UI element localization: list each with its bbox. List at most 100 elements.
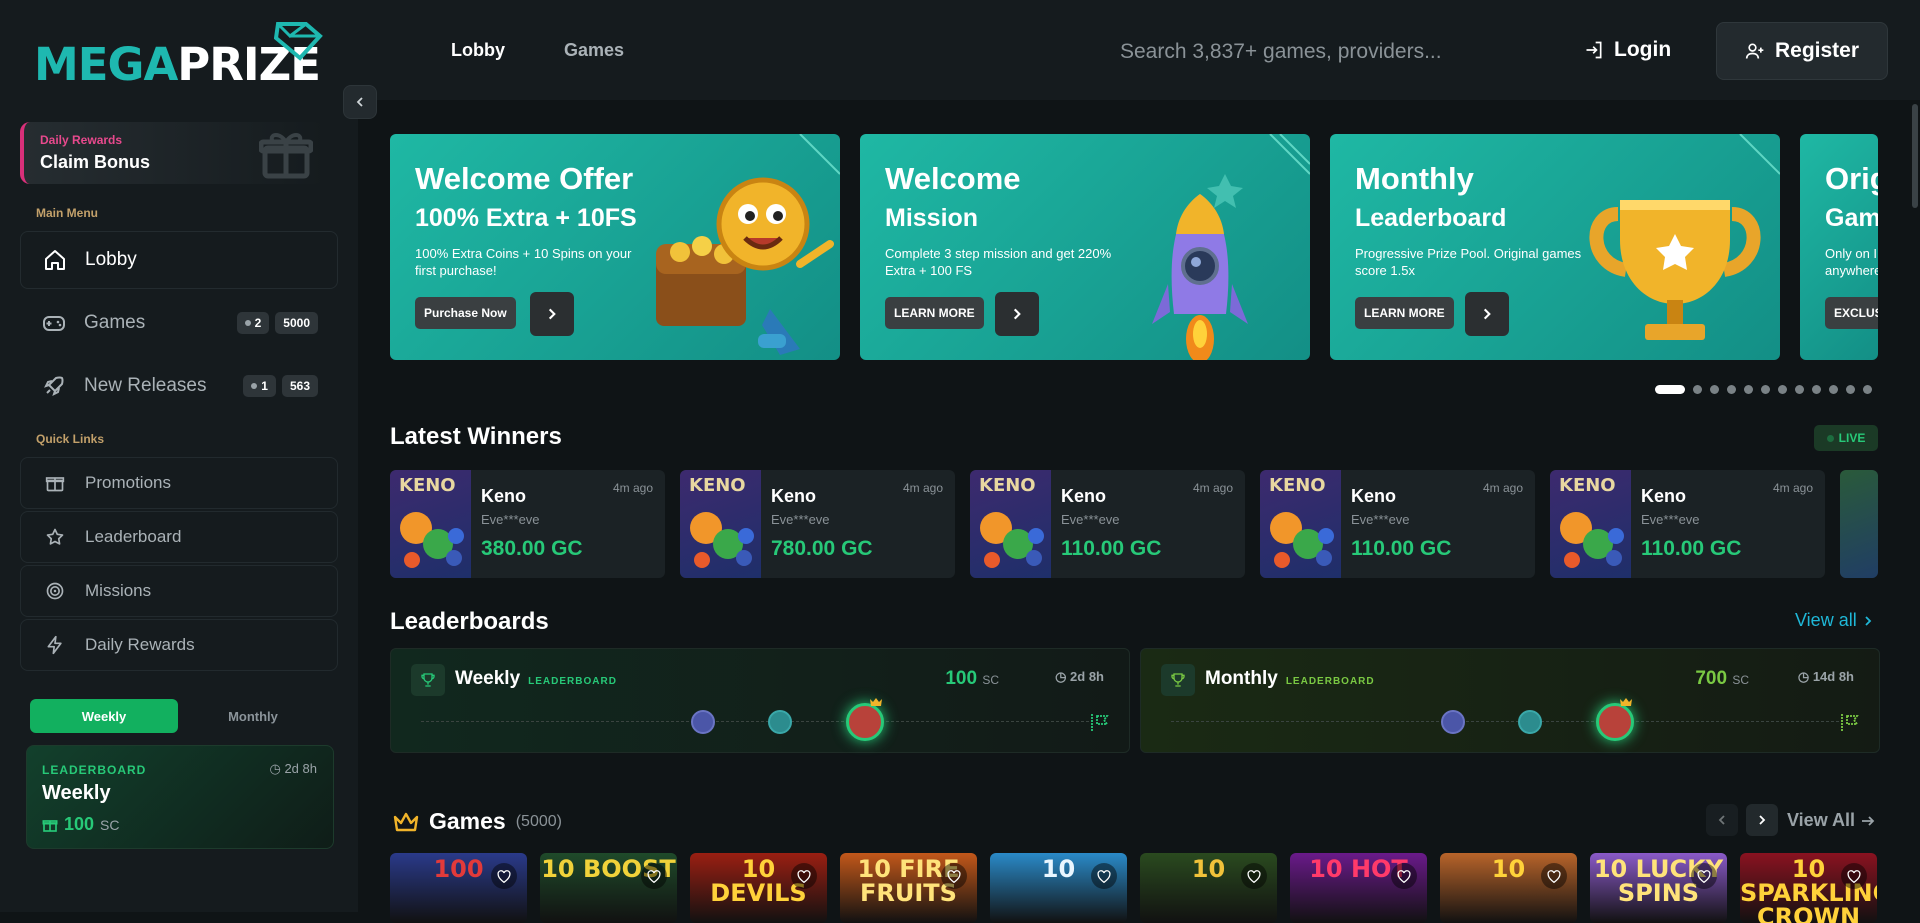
winner-card-partial[interactable] [1840, 470, 1878, 578]
leaderboard-card-weekly[interactable]: Weekly LEADERBOARD 100 SC ◷ 2d 8h [390, 648, 1130, 753]
trophy-icon [1161, 664, 1195, 696]
chevron-right-icon [1759, 815, 1766, 825]
sidebar-leaderboard-card[interactable]: LEADERBOARD ◷ 2d 8h Weekly 100 SC [26, 745, 334, 849]
leaderboard-card-monthly[interactable]: Monthly LEADERBOARD 700 SC ◷ 14d 8h [1140, 648, 1880, 753]
carousel-dot[interactable] [1655, 385, 1685, 394]
heart-icon [1397, 869, 1411, 883]
carousel-dot[interactable] [1744, 385, 1753, 394]
chevron-left-icon [1718, 815, 1725, 825]
leaderboard-points: 700 SC [1695, 668, 1749, 689]
favorite-button[interactable] [1541, 863, 1567, 889]
carousel-dot[interactable] [1829, 385, 1838, 394]
main-menu-heading: Main Menu [36, 206, 98, 220]
favorite-button[interactable] [1391, 863, 1417, 889]
carousel-dot[interactable] [1812, 385, 1821, 394]
game-tile[interactable]: 10 BOOST [540, 853, 677, 923]
latest-winners-title: Latest Winners [390, 423, 562, 450]
winner-amount: 110.00 GC [1061, 537, 1162, 560]
exclusive-button[interactable]: EXCLUS [1825, 297, 1878, 329]
game-tile[interactable]: 100 [390, 853, 527, 923]
winner-card[interactable]: KENO Keno Eve***eve 380.00 GC 4m ago [390, 470, 665, 578]
keno-thumbnail: KENO [1260, 470, 1341, 578]
game-tile[interactable]: 10 HOT [1290, 853, 1427, 923]
login-button[interactable]: Login [1584, 38, 1671, 62]
collapse-sidebar-button[interactable] [343, 85, 377, 119]
sidebar-item-new-releases[interactable]: New Releases 1 563 [20, 357, 338, 415]
nav-lobby[interactable]: Lobby [451, 40, 505, 61]
banner-next-button[interactable] [995, 292, 1039, 336]
carousel-dot[interactable] [1761, 385, 1770, 394]
promo-banner-welcome-mission[interactable]: Welcome Mission Complete 3 step mission … [860, 134, 1310, 360]
winner-user: Eve***eve [481, 512, 540, 527]
carousel-dot[interactable] [1727, 385, 1736, 394]
favorite-button[interactable] [491, 863, 517, 889]
sidebar-item-label: Promotions [85, 473, 171, 492]
game-tile[interactable]: 10 [990, 853, 1127, 923]
carousel-dot[interactable] [1778, 385, 1787, 394]
sidebar-item-lobby[interactable]: Lobby [20, 231, 338, 289]
carousel-dot[interactable] [1863, 385, 1872, 394]
favorite-button[interactable] [791, 863, 817, 889]
promo-banner-monthly-leaderboard[interactable]: Monthly Leaderboard Progressive Prize Po… [1330, 134, 1780, 360]
banner-description: Only on I anywhere [1825, 246, 1878, 278]
heart-icon [1697, 869, 1711, 883]
banner-next-button[interactable] [1465, 292, 1509, 336]
winner-card[interactable]: KENO Keno Eve***eve 110.00 GC 4m ago [1550, 470, 1825, 578]
carousel-dot[interactable] [1710, 385, 1719, 394]
favorite-button[interactable] [1241, 863, 1267, 889]
trophy-illustration [1589, 134, 1780, 340]
favorite-button[interactable] [1091, 863, 1117, 889]
favorite-button[interactable] [1841, 863, 1867, 889]
leaderboard-points: 100 SC [945, 668, 999, 689]
game-tile[interactable]: 10 [1440, 853, 1577, 923]
sidebar-item-missions[interactable]: Missions [20, 565, 338, 617]
leaderboards-view-all-link[interactable]: View all [1795, 610, 1873, 631]
games-view-all-link[interactable]: View All [1787, 810, 1875, 831]
banner-subtitle: Mission [885, 204, 979, 232]
gift-icon [42, 819, 58, 832]
promo-banner-originals[interactable]: Orig Gam Only on I anywhere EXCLUS [1800, 134, 1878, 360]
sidebar-item-promotions[interactable]: Promotions [20, 457, 338, 509]
banner-next-button[interactable] [530, 292, 574, 336]
register-button[interactable]: Register [1716, 22, 1888, 80]
live-badge: LIVE [1814, 425, 1878, 451]
learn-more-button[interactable]: LEARN MORE [1355, 297, 1454, 329]
star-icon [43, 525, 67, 549]
lightning-icon [43, 633, 67, 657]
favorite-button[interactable] [941, 863, 967, 889]
game-tile[interactable]: 10 DEVILS [690, 853, 827, 923]
carousel-dot[interactable] [1693, 385, 1702, 394]
claim-bonus-title: Claim Bonus [40, 152, 151, 172]
favorite-button[interactable] [1691, 863, 1717, 889]
weekly-tab[interactable]: Weekly [30, 699, 178, 733]
favorite-button[interactable] [641, 863, 667, 889]
winner-card[interactable]: KENO Keno Eve***eve 110.00 GC 4m ago [1260, 470, 1535, 578]
winner-game: Keno [1641, 486, 1686, 506]
carousel-dots [1655, 385, 1872, 394]
game-tile[interactable]: 10 [1140, 853, 1277, 923]
search-input[interactable]: Search 3,837+ games, providers... [1120, 40, 1442, 64]
game-tile[interactable]: 10 FIRE FRUITS [840, 853, 977, 923]
carousel-dot[interactable] [1846, 385, 1855, 394]
winner-card[interactable]: KENO Keno Eve***eve 780.00 GC 4m ago [680, 470, 955, 578]
winner-card[interactable]: KENO Keno Eve***eve 110.00 GC 4m ago [970, 470, 1245, 578]
game-tile[interactable]: 10 SPARKLING CROWN [1740, 853, 1877, 923]
banner-title: Orig [1825, 161, 1878, 196]
flag-icon [1841, 714, 1859, 732]
game-tile[interactable]: 10 LUCKY SPINS [1590, 853, 1727, 923]
games-prev-button[interactable] [1706, 804, 1738, 836]
purchase-now-button[interactable]: Purchase Now [415, 297, 516, 329]
sidebar-item-games[interactable]: Games 2 5000 [20, 294, 338, 352]
games-next-button[interactable] [1746, 804, 1778, 836]
sidebar-item-daily-rewards[interactable]: Daily Rewards [20, 619, 338, 671]
sidebar-item-leaderboard[interactable]: Leaderboard [20, 511, 338, 563]
carousel-dot[interactable] [1795, 385, 1804, 394]
promo-banner-welcome-offer[interactable]: Welcome Offer 100% Extra + 10FS 100% Ext… [390, 134, 840, 360]
nav-games[interactable]: Games [564, 40, 624, 61]
daily-rewards-card[interactable]: Daily Rewards Claim Bonus [20, 122, 325, 184]
page-scrollbar[interactable] [1912, 104, 1918, 208]
keno-thumbnail: KENO [970, 470, 1051, 578]
leaderboard-timer: ◷ 2d 8h [269, 761, 317, 776]
learn-more-button[interactable]: LEARN MORE [885, 297, 984, 329]
monthly-tab[interactable]: Monthly [178, 699, 328, 733]
